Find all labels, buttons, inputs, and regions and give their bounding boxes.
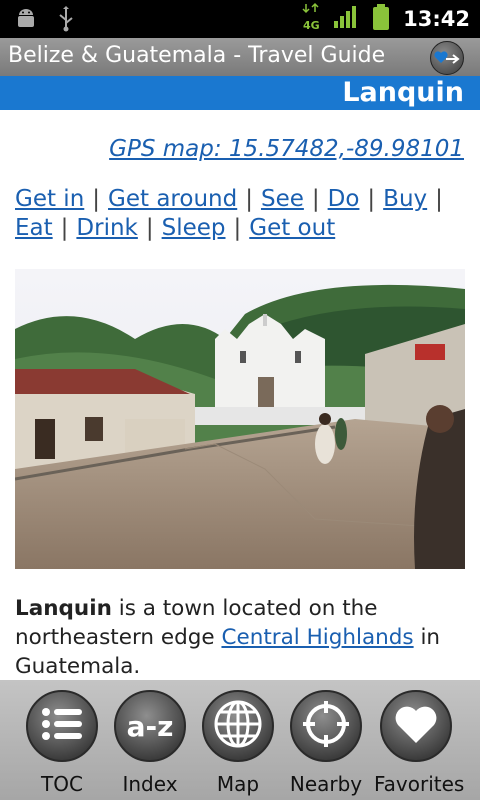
add-favorite-button[interactable] (430, 41, 464, 75)
heart-icon (393, 703, 439, 749)
link-do[interactable]: Do (328, 186, 360, 212)
map-button-circle (202, 690, 274, 762)
toc-button[interactable]: TOC (20, 690, 104, 800)
4g-signal-icon: 4G (301, 2, 321, 36)
list-icon (40, 704, 84, 748)
link-eat[interactable]: Eat (15, 215, 53, 241)
index-label: Index (122, 772, 178, 796)
separator: | (233, 215, 242, 241)
intro-bold-term: Lanquin (15, 596, 112, 621)
app-title: Belize & Guatemala - Travel Guide (8, 43, 386, 68)
separator: | (60, 215, 69, 241)
town-photo (15, 269, 465, 569)
link-sleep[interactable]: Sleep (162, 215, 226, 241)
android-icon (14, 7, 38, 35)
favorites-button-circle (380, 690, 452, 762)
link-see[interactable]: See (261, 186, 304, 212)
nearby-button-circle (290, 690, 362, 762)
favorites-label: Favorites (374, 772, 465, 796)
page-header: Lanquin (0, 76, 480, 110)
page-title: Lanquin (342, 77, 464, 108)
a-z-icon: a-z (126, 709, 174, 743)
separator: | (92, 186, 101, 212)
separator: | (245, 186, 253, 212)
central-highlands-link[interactable]: Central Highlands (221, 625, 413, 650)
clock: 13:42 (403, 7, 470, 31)
usb-icon (56, 6, 76, 36)
link-get-in[interactable]: Get in (15, 186, 84, 212)
app-title-bar: Belize & Guatemala - Travel Guide (0, 38, 480, 76)
index-button[interactable]: a-z Index (108, 690, 192, 800)
status-bar: 4G 13:42 (0, 0, 480, 38)
globe-icon (213, 699, 263, 753)
bottom-toolbar: TOC a-z Index Map Nearby Favorites (0, 680, 480, 800)
link-get-out[interactable]: Get out (249, 215, 335, 241)
crosshair-icon (301, 699, 351, 753)
network-type-text: 4G (303, 19, 320, 32)
link-drink[interactable]: Drink (76, 215, 137, 241)
nearby-label: Nearby (289, 772, 363, 796)
toc-button-circle (26, 690, 98, 762)
separator: | (435, 186, 443, 212)
link-buy[interactable]: Buy (383, 186, 427, 212)
intro-paragraph: Lanquin is a town located on the northea… (15, 594, 470, 680)
index-button-circle: a-z (114, 690, 186, 762)
toc-label: TOC (41, 772, 83, 796)
battery-icon (371, 3, 391, 35)
separator: | (145, 215, 154, 241)
nearby-button[interactable]: Nearby (284, 690, 368, 800)
signal-bars-icon (333, 5, 359, 33)
section-links: Get in | Get around | See | Do | Buy | Eat | Drink | S… (15, 185, 470, 243)
map-button[interactable]: Map (196, 690, 280, 800)
link-get-around[interactable]: Get around (108, 186, 237, 212)
map-label: Map (216, 772, 260, 796)
separator: | (367, 186, 376, 212)
article-content[interactable]: GPS map: 15.57482,-89.98101 Get in | Get a… (0, 110, 480, 680)
gps-map-link[interactable]: GPS map: 15.57482,-89.98101 (109, 136, 464, 162)
separator: | (311, 186, 320, 212)
favorites-button[interactable]: Favorites (374, 690, 465, 800)
